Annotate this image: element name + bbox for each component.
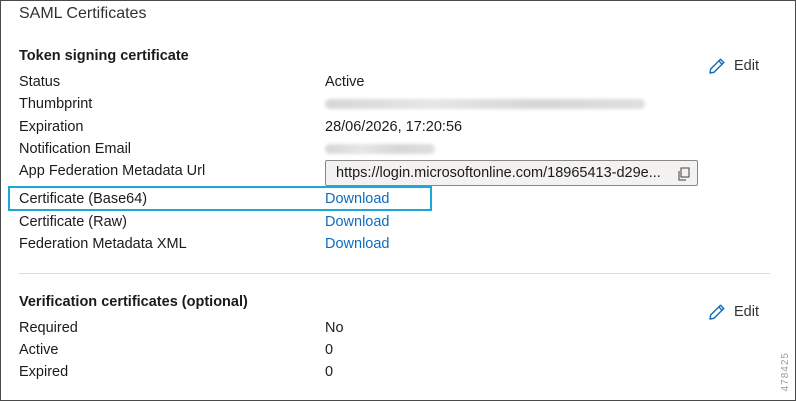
token-signing-heading: Token signing certificate: [19, 48, 189, 64]
pencil-icon: [708, 303, 726, 321]
copy-icon[interactable]: [677, 167, 691, 185]
status-label: Status: [19, 74, 61, 90]
expired-label: Expired: [19, 364, 69, 380]
required-value: No: [325, 320, 344, 336]
notification-email-value-redacted: [325, 144, 435, 154]
certificate-raw-label: Certificate (Raw): [19, 214, 127, 230]
active-value: 0: [325, 342, 334, 358]
edit-label: Edit: [734, 58, 759, 74]
thumbprint-label: Thumbprint: [19, 96, 93, 112]
thumbprint-value-redacted: [325, 99, 645, 109]
app-federation-metadata-url-label: App Federation Metadata Url: [19, 163, 206, 179]
certificate-base64-label: Certificate (Base64): [19, 191, 148, 207]
active-label: Active: [19, 342, 59, 358]
expiration-label: Expiration: [19, 119, 84, 135]
panel-title: SAML Certificates: [19, 5, 147, 22]
certificate-base64-download-link[interactable]: Download: [325, 191, 390, 207]
federation-metadata-xml-label: Federation Metadata XML: [19, 236, 187, 252]
expired-value: 0: [325, 364, 334, 380]
token-signing-edit-button[interactable]: Edit: [708, 57, 759, 75]
section-divider: [19, 273, 770, 274]
verification-certificates-heading: Verification certificates (optional): [19, 294, 248, 310]
certificate-raw-download-link[interactable]: Download: [325, 214, 390, 230]
notification-email-label: Notification Email: [19, 141, 132, 157]
figure-number: 478425: [780, 351, 791, 391]
status-value: Active: [325, 74, 365, 90]
expiration-value: 28/06/2026, 17:20:56: [325, 119, 463, 135]
required-label: Required: [19, 320, 78, 336]
app-federation-metadata-url-value: https://login.microsoftonline.com/189654…: [336, 165, 661, 181]
verification-edit-button[interactable]: Edit: [708, 303, 759, 321]
federation-metadata-xml-download-link[interactable]: Download: [325, 236, 390, 252]
app-federation-metadata-url-field[interactable]: https://login.microsoftonline.com/189654…: [325, 160, 698, 186]
edit-label: Edit: [734, 304, 759, 320]
pencil-icon: [708, 57, 726, 75]
